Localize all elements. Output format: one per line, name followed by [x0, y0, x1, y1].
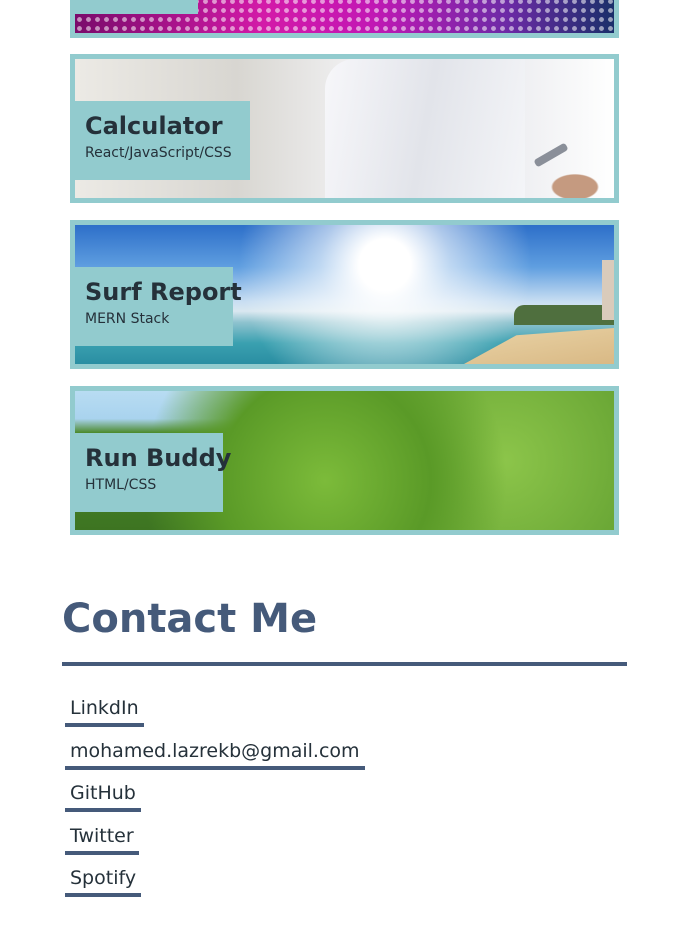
- project-label: Run Buddy HTML/CSS: [75, 433, 232, 512]
- twitter-link[interactable]: Twitter: [65, 823, 139, 855]
- spotify-link[interactable]: Spotify: [65, 865, 142, 897]
- image-detail: [533, 142, 569, 168]
- project-label-cropped: [75, 0, 198, 14]
- contact-divider: [62, 662, 627, 666]
- project-subtitle: React/JavaScript/CSS: [85, 145, 232, 161]
- project-title: Calculator: [85, 112, 223, 140]
- project-subtitle: HTML/CSS: [85, 477, 157, 493]
- image-detail: [514, 305, 614, 325]
- project-card-run-buddy[interactable]: Run Buddy HTML/CSS: [70, 386, 619, 535]
- project-title: Surf Report: [85, 278, 242, 306]
- project-title: Run Buddy: [85, 444, 232, 472]
- github-link[interactable]: GitHub: [65, 780, 141, 812]
- project-subtitle: MERN Stack: [85, 311, 170, 327]
- project-card-top[interactable]: [70, 0, 619, 38]
- image-detail: [325, 59, 525, 198]
- contact-heading: Contact Me: [62, 596, 318, 642]
- project-card-calculator[interactable]: Calculator React/JavaScript/CSS: [70, 54, 619, 203]
- project-label: Surf Report MERN Stack: [75, 267, 242, 346]
- image-detail: [464, 328, 614, 364]
- email-link[interactable]: mohamed.lazrekb@gmail.com: [65, 738, 365, 770]
- project-label: Calculator React/JavaScript/CSS: [75, 101, 250, 180]
- linkedin-link[interactable]: LinkdIn: [65, 695, 144, 727]
- project-card-surf-report[interactable]: Surf Report MERN Stack: [70, 220, 619, 369]
- image-detail: [602, 260, 614, 320]
- page: Calculator React/JavaScript/CSS Surf Rep…: [0, 0, 694, 935]
